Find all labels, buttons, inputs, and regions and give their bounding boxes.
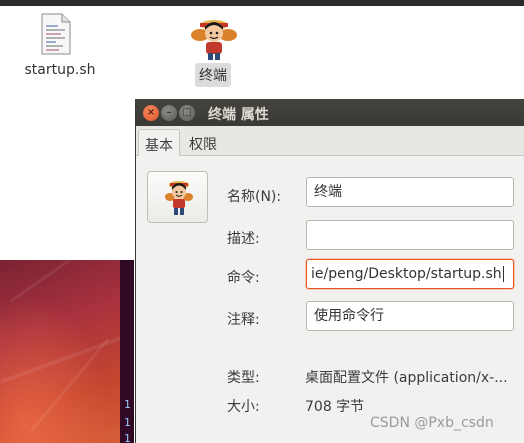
file-icon-label[interactable]: startup.sh — [18, 62, 102, 78]
tab-permissions[interactable]: 权限 — [183, 129, 223, 156]
luffy-app-icon — [165, 181, 193, 215]
properties-dialog: × – □ 终端 属性 基本 权限 名称(N): 终端 描述: 命令: ie/p… — [135, 99, 524, 443]
minimize-icon[interactable]: – — [161, 105, 177, 121]
terminal-line: 1 — [124, 398, 131, 411]
name-field[interactable]: 终端 — [306, 177, 514, 207]
close-icon[interactable]: × — [143, 105, 159, 121]
name-label: 名称(N): — [227, 189, 282, 205]
type-label: 类型: — [227, 370, 260, 386]
terminal-window-edge: 1 1 1 — [120, 260, 134, 443]
command-field-text: ie/peng/Desktop/startup.sh — [311, 266, 502, 282]
size-label: 大小: — [227, 399, 260, 415]
launcher-icon-label[interactable]: 终端 — [195, 63, 231, 87]
comment-label: 注释: — [227, 312, 260, 328]
dialog-titlebar[interactable]: × – □ 终端 属性 — [136, 99, 524, 126]
shell-script-file-icon[interactable] — [41, 13, 71, 55]
maximize-icon[interactable]: □ — [179, 105, 195, 121]
type-value: 桌面配置文件 (application/x-... — [305, 370, 508, 386]
command-field[interactable]: ie/peng/Desktop/startup.sh — [306, 259, 514, 289]
change-icon-button[interactable] — [147, 171, 208, 223]
basic-panel: 名称(N): 终端 描述: 命令: ie/peng/Desktop/startu… — [136, 156, 524, 443]
watermark: CSDN @Pxb_csdn — [370, 415, 494, 431]
size-value: 708 字节 — [305, 399, 365, 415]
command-label: 命令: — [227, 270, 260, 286]
description-field[interactable] — [306, 220, 514, 250]
tab-basic[interactable]: 基本 — [138, 129, 180, 157]
dialog-title: 终端 属性 — [208, 107, 269, 123]
terminal-line: 1 — [124, 432, 131, 443]
luffy-launcher-icon[interactable] — [190, 15, 238, 61]
description-label: 描述: — [227, 231, 260, 247]
comment-field[interactable]: 使用命令行 — [306, 301, 514, 331]
text-cursor — [502, 266, 504, 282]
terminal-line: 1 — [124, 416, 131, 429]
wallpaper — [0, 219, 143, 443]
tab-bar: 基本 权限 — [136, 126, 524, 157]
